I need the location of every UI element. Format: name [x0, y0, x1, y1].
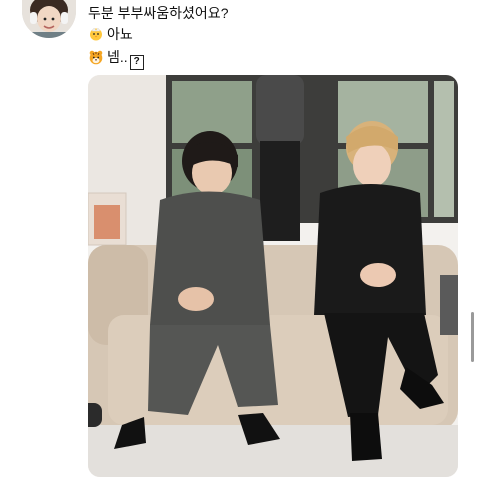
photo-two-men-on-sofa [88, 75, 458, 477]
unknown-character-box: ? [129, 55, 144, 70]
sender-avatar[interactable] [22, 0, 76, 38]
avatar-photo-icon [22, 0, 76, 38]
shared-photo[interactable] [88, 75, 458, 477]
message-reply-yes: 넴..? [88, 48, 144, 70]
message-question: 두분 부부싸움하셨어요? [88, 4, 228, 22]
tiger-icon [89, 50, 103, 65]
partial-dark-element [88, 403, 102, 427]
chick-icon [90, 27, 102, 41]
message-text: 두분 부부싸움하셨어요? [88, 5, 229, 21]
message-text: 아뇨 [107, 26, 133, 42]
message-reply-no: 아뇨 [88, 25, 133, 43]
message-text: 넴.. [107, 49, 128, 65]
scrollbar-thumb[interactable] [471, 312, 474, 362]
